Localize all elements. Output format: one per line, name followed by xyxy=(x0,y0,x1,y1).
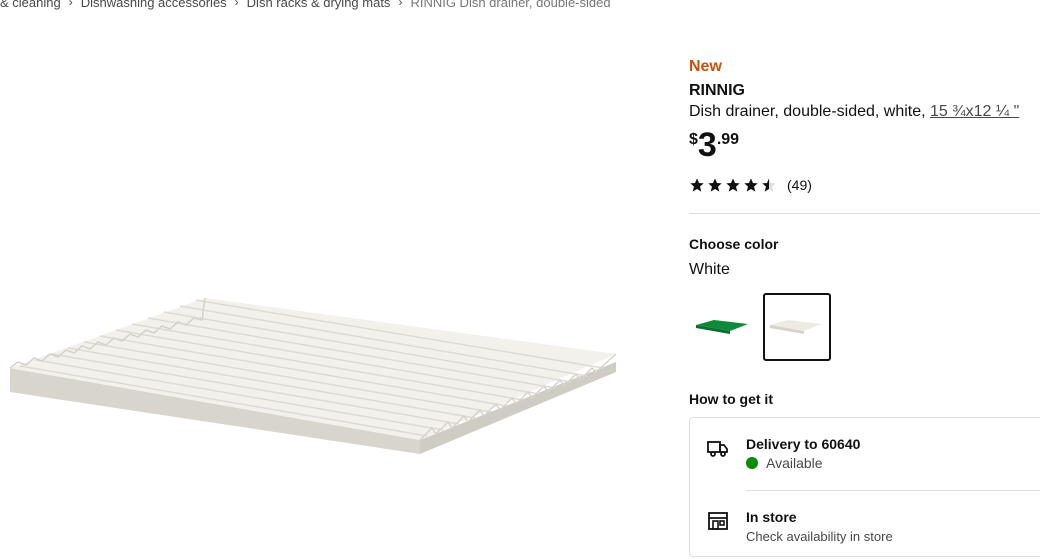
chevron-right-icon: › xyxy=(234,0,239,9)
product-name: RINNIG xyxy=(689,82,745,99)
available-status-dot xyxy=(746,457,758,469)
rating-stars xyxy=(689,177,777,193)
how-to-get-it-heading: How to get it xyxy=(689,391,773,407)
delivery-status: Available xyxy=(766,455,823,471)
new-badge: New xyxy=(689,58,722,75)
rating[interactable]: (49) xyxy=(689,175,1040,195)
star-half-icon xyxy=(762,178,776,192)
price-decimal: .99 xyxy=(716,131,740,148)
star-full-icon xyxy=(726,178,740,192)
fulfillment-box: Delivery to 60640 Available In store Che… xyxy=(689,417,1040,557)
star-full-icon xyxy=(744,178,758,192)
in-store-option[interactable]: In store Check availability in store xyxy=(706,491,1040,559)
color-heading: Choose color xyxy=(689,236,779,252)
delivery-availability: Available xyxy=(746,455,860,471)
store-icon xyxy=(708,512,728,530)
green-drainer-thumbnail xyxy=(696,320,748,334)
breadcrumb-link-dishwashing-accessories[interactable]: Dishwashing accessories xyxy=(81,0,227,10)
product-info: New RINNIG Dish drainer, double-sided, w… xyxy=(689,58,1040,557)
swatch-green[interactable] xyxy=(689,293,757,361)
product-image[interactable] xyxy=(0,250,640,480)
delivery-option[interactable]: Delivery to 60640 Available xyxy=(706,418,1040,486)
star-full-icon xyxy=(708,178,722,192)
breadcrumb: & cleaning › Dishwashing accessories › D… xyxy=(0,0,611,11)
delivery-title: Delivery to 60640 xyxy=(746,436,861,452)
review-count[interactable]: (49) xyxy=(787,177,812,193)
breadcrumb-link-dish-racks[interactable]: Dish racks & drying mats xyxy=(247,0,391,10)
product-measurement-link[interactable]: 15 ¾x12 ¼ " xyxy=(930,103,1019,120)
in-store-title: In store xyxy=(746,509,797,525)
truck-icon xyxy=(707,441,728,457)
color-swatches xyxy=(689,293,1040,363)
star-full-icon xyxy=(690,178,704,192)
product-description: Dish drainer, double-sided, white, 15 ¾x… xyxy=(689,103,1040,121)
price: $ 3 .99 xyxy=(689,127,1040,165)
white-drainer-thumbnail xyxy=(770,320,822,334)
breadcrumb-current: RINNIG Dish drainer, double-sided xyxy=(410,0,611,10)
breadcrumb-link-cleaning[interactable]: & cleaning xyxy=(0,0,61,10)
selected-color: White xyxy=(689,261,730,278)
in-store-subtitle[interactable]: Check availability in store xyxy=(746,529,893,544)
divider xyxy=(689,213,1040,214)
product-description-text: Dish drainer, double-sided, white, xyxy=(689,103,926,120)
chevron-right-icon: › xyxy=(398,0,403,9)
price-currency: $ xyxy=(689,131,698,148)
chevron-right-icon: › xyxy=(68,0,73,9)
swatch-white[interactable] xyxy=(763,293,831,361)
price-integer: 3 xyxy=(697,126,717,164)
